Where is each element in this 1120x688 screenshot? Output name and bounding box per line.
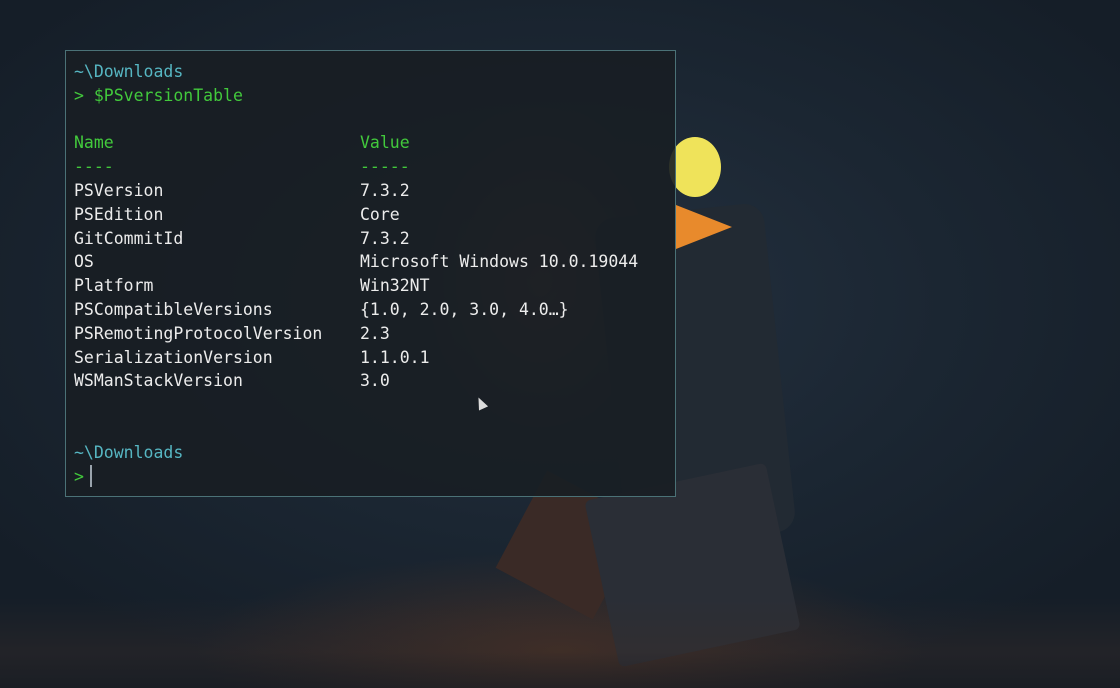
table-row: PSEdition Core: [74, 203, 675, 227]
row-name: Platform: [74, 276, 154, 296]
row-value: 3.0: [360, 371, 390, 391]
row-name: PSCompatibleVersions: [74, 299, 273, 319]
table-row: Platform Win32NT: [74, 274, 675, 298]
table-separator-row: ---- -----: [74, 155, 675, 179]
table-row: OS Microsoft Windows 10.0.19044: [74, 250, 675, 274]
row-name: PSEdition: [74, 204, 164, 224]
table-separator-value: -----: [360, 157, 410, 177]
table-header-value: Value: [360, 133, 410, 153]
row-name: OS: [74, 252, 94, 272]
row-value: Microsoft Windows 10.0.19044: [360, 252, 639, 272]
table-row: PSVersion 7.3.2: [74, 179, 675, 203]
row-value: 2.3: [360, 323, 390, 343]
row-value: 7.3.2: [360, 180, 410, 200]
input-line[interactable]: >: [74, 464, 675, 489]
row-name: PSRemotingProtocolVersion: [74, 323, 323, 343]
table-separator-name: ----: [74, 157, 114, 177]
prompt-symbol: >: [74, 466, 84, 486]
row-name: PSVersion: [74, 180, 164, 200]
table-row: GitCommitId 7.3.2: [74, 227, 675, 251]
wallpaper-beak: [676, 205, 732, 249]
row-name: SerializationVersion: [74, 347, 273, 367]
table-row: SerializationVersion 1.1.0.1: [74, 346, 675, 370]
wallpaper-sun: [669, 137, 721, 197]
prompt-path: ~\Downloads: [74, 62, 184, 81]
table-row: PSCompatibleVersions {1.0, 2.0, 3.0, 4.0…: [74, 298, 675, 322]
table-header-row: Name Value: [74, 131, 675, 155]
row-value: {1.0, 2.0, 3.0, 4.0…}: [360, 299, 569, 319]
table-row: PSRemotingProtocolVersion 2.3: [74, 322, 675, 346]
prompt-path: ~\Downloads: [74, 442, 184, 462]
row-value: Win32NT: [360, 276, 430, 296]
text-cursor: [89, 464, 92, 487]
wallpaper-floor: [0, 598, 1120, 688]
command-line: > $PSversionTable: [74, 85, 243, 105]
row-value: 7.3.2: [360, 228, 410, 248]
row-value: 1.1.0.1: [360, 347, 430, 367]
terminal-window[interactable]: ~\Downloads > $PSversionTable Name Value…: [65, 50, 676, 497]
table-header-name: Name: [74, 133, 114, 153]
row-value: Core: [360, 204, 400, 224]
row-name: GitCommitId: [74, 228, 184, 248]
row-name: WSManStackVersion: [74, 371, 243, 391]
table-row: WSManStackVersion 3.0: [74, 369, 675, 393]
